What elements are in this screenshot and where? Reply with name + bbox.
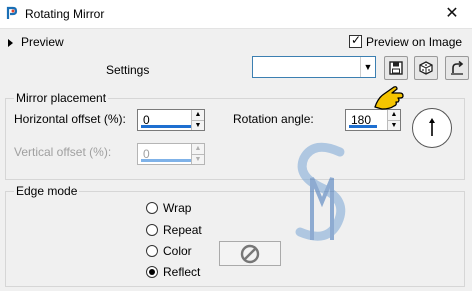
expand-triangle-icon[interactable] (8, 39, 13, 47)
spin-up-icon[interactable]: ▲ (192, 110, 204, 120)
spinner-buttons[interactable]: ▲ ▼ (191, 144, 204, 164)
value-slider-bar[interactable] (141, 159, 191, 162)
title-bar: Rotating Mirror ✕ (0, 0, 472, 29)
option-label: Color (163, 244, 192, 258)
save-preset-button[interactable] (384, 56, 408, 80)
rotation-dial[interactable] (412, 108, 452, 148)
edge-mode-group: Edge mode (5, 184, 465, 287)
dice-icon (419, 61, 433, 75)
radio-button[interactable] (146, 224, 158, 236)
horizontal-offset-spinner[interactable]: 0 ▲ ▼ (137, 109, 205, 131)
vertical-offset-spinner[interactable]: 0 ▲ ▼ (137, 143, 205, 165)
radio-selected-dot (149, 269, 155, 275)
radio-button[interactable] (146, 202, 158, 214)
edge-color-swatch[interactable] (219, 241, 281, 266)
chevron-down-icon[interactable]: ▼ (360, 57, 375, 77)
vertical-offset-label: Vertical offset (%): (14, 145, 112, 159)
option-label: Wrap (163, 201, 192, 215)
horizontal-offset-label: Horizontal offset (%): (14, 112, 126, 126)
spin-down-icon[interactable]: ▼ (192, 120, 204, 131)
option-label: Reflect (163, 265, 201, 279)
rotation-angle-spinner[interactable]: 180 ▲ ▼ (345, 109, 401, 131)
settings-label: Settings (106, 63, 150, 77)
randomize-button[interactable] (414, 56, 438, 80)
spinner-buttons[interactable]: ▲ ▼ (387, 110, 400, 130)
value-slider-bar[interactable] (141, 125, 191, 128)
preview-on-image-label: Preview on Image (366, 35, 463, 49)
window-title: Rotating Mirror (25, 7, 105, 21)
spinner-buttons[interactable]: ▲ ▼ (191, 110, 204, 130)
radio-button[interactable] (146, 245, 158, 257)
no-color-icon (240, 244, 260, 264)
dial-pointer-icon (429, 118, 435, 136)
app-logo-icon (6, 6, 18, 19)
preview-on-image-checkbox[interactable]: ✓ (349, 33, 362, 48)
spin-up-icon[interactable]: ▲ (192, 144, 204, 154)
preset-dropdown[interactable]: ▼ (252, 56, 376, 78)
close-button[interactable]: ✕ (432, 0, 472, 28)
pointing-hand-cursor-icon (374, 86, 404, 110)
checkmark-icon: ✓ (351, 33, 362, 47)
radio-button[interactable] (146, 266, 158, 278)
spin-down-icon[interactable]: ▼ (192, 154, 204, 165)
value-slider-bar[interactable] (349, 125, 377, 128)
mirror-placement-title: Mirror placement (14, 91, 109, 105)
edge-mode-title: Edge mode (14, 184, 80, 198)
close-icon: ✕ (445, 5, 459, 22)
spin-down-icon[interactable]: ▼ (388, 120, 400, 131)
reset-arrow-icon (451, 60, 464, 75)
rotation-angle-label: Rotation angle: (233, 112, 314, 126)
option-label: Repeat (163, 223, 202, 237)
save-disk-icon (389, 61, 403, 75)
reset-button[interactable] (445, 56, 469, 80)
preview-toggle[interactable]: Preview (21, 35, 64, 49)
